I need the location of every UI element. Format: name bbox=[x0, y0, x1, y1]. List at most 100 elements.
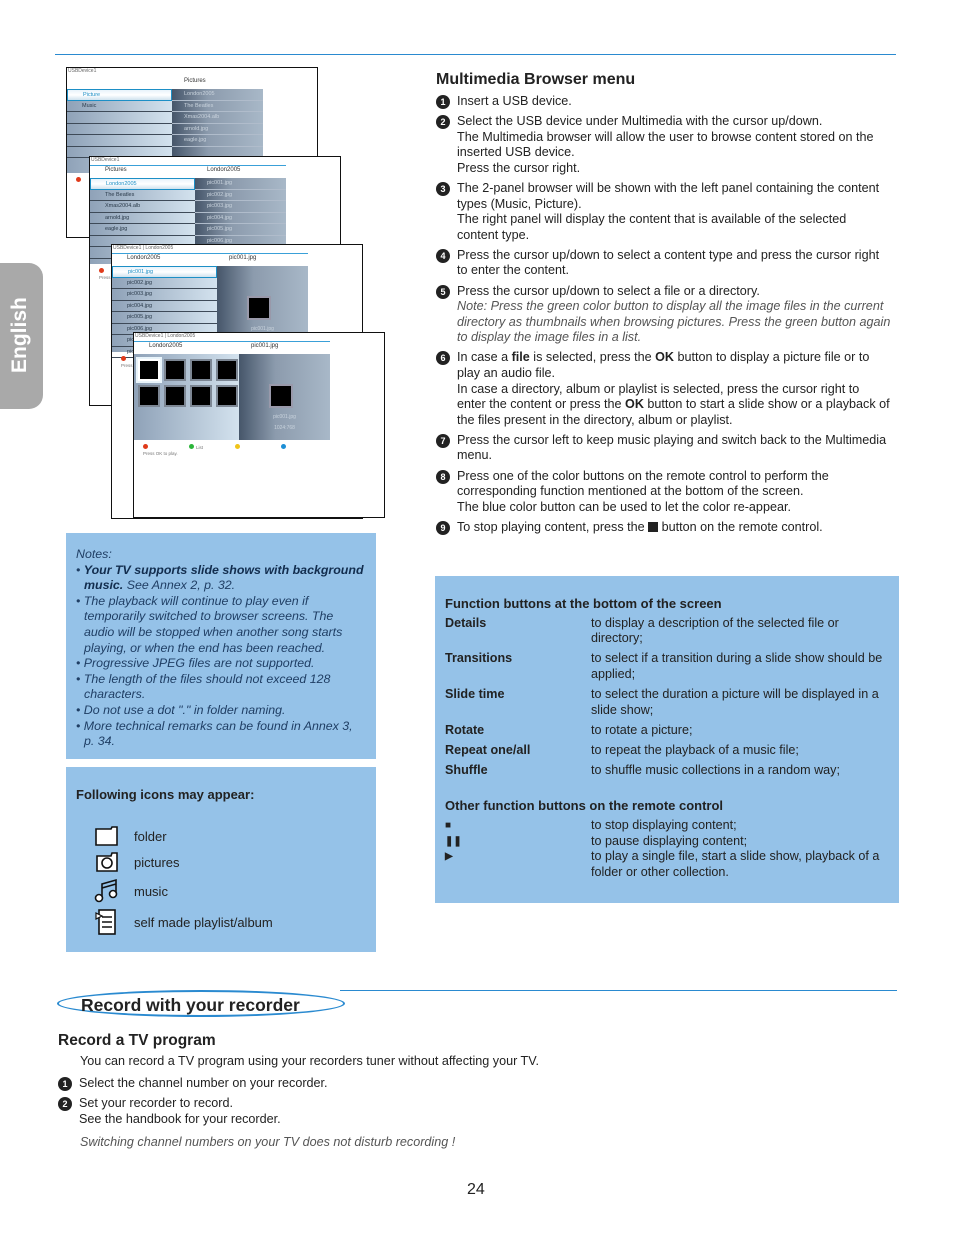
red-button-icon[interactable] bbox=[143, 444, 148, 449]
functions-title: Function buttons at the bottom of the sc… bbox=[445, 596, 722, 611]
other-functions-title: Other function buttons on the remote con… bbox=[445, 798, 724, 814]
record-section: Record a TV program You can record a TV … bbox=[58, 1033, 658, 1151]
thumbnail[interactable] bbox=[190, 359, 212, 381]
thumbnail[interactable] bbox=[136, 357, 162, 383]
green-button-icon[interactable] bbox=[189, 444, 194, 449]
camera-icon bbox=[96, 852, 118, 872]
list-item[interactable]: London2005 bbox=[172, 89, 263, 101]
step-number-icon: 9 bbox=[436, 520, 450, 535]
step-note: Note: Press the green color button to di… bbox=[457, 299, 891, 345]
function-desc: to stop displaying content; bbox=[591, 818, 737, 833]
thumbnail[interactable] bbox=[216, 385, 238, 407]
left-panel-header: London2005 bbox=[127, 255, 161, 261]
pause-icon: ❚❚ bbox=[445, 835, 462, 847]
list-item[interactable]: The Beatles bbox=[172, 101, 263, 112]
step-line: Press the cursor up/down to select a con… bbox=[457, 247, 880, 278]
browser-title: Multimedia Browser menu bbox=[436, 71, 636, 88]
list-item[interactable]: Xmas2004.alb bbox=[172, 112, 263, 124]
section-rule bbox=[340, 990, 897, 991]
step-line: Press the cursor up/down to select a fil… bbox=[457, 283, 760, 298]
left-panel bbox=[134, 354, 239, 440]
step-text: OK bbox=[625, 397, 644, 412]
thumbnail[interactable] bbox=[138, 385, 160, 407]
list-item[interactable]: Picture bbox=[67, 89, 172, 101]
step-number-icon: 2 bbox=[436, 115, 450, 130]
list-item[interactable]: eagle.jpg bbox=[90, 224, 195, 236]
function-desc: to pause displaying content; bbox=[591, 833, 748, 848]
list-item[interactable]: pic003.jpg bbox=[195, 201, 286, 213]
function-key: Transitions bbox=[445, 651, 513, 666]
note-item: • The length of the files should not exc… bbox=[76, 671, 331, 702]
list-item[interactable]: pic001.jpg bbox=[195, 178, 286, 190]
step-line: Insert a USB device. bbox=[457, 94, 572, 108]
note-item: • Do not use a dot "." in folder naming. bbox=[76, 702, 286, 717]
note-text: The playback will continue to play even … bbox=[83, 593, 343, 655]
list-item[interactable]: pic002.jpg bbox=[112, 278, 217, 289]
step-line: Set your recorder to record. bbox=[79, 1096, 233, 1111]
music-note-icon bbox=[94, 878, 118, 903]
list-item[interactable]: pic001.jpg bbox=[112, 266, 217, 278]
step-line: Press the cursor left to keep music play… bbox=[457, 432, 887, 463]
function-row: Repeat one/all to repeat the playback of … bbox=[445, 743, 889, 759]
list-item[interactable]: pic005.jpg bbox=[112, 312, 217, 324]
red-button-icon[interactable] bbox=[76, 177, 81, 182]
list-item[interactable]: arnold.jpg bbox=[90, 213, 195, 224]
step-line: In case a file is selected, press the OK… bbox=[457, 350, 891, 381]
breadcrumb: USBDevice1 | London2005 bbox=[135, 333, 196, 339]
list-item[interactable]: Xmas2004.alb bbox=[90, 201, 195, 213]
step-line: The 2-panel browser will be shown with t… bbox=[457, 180, 880, 211]
preview-size: 1024:768 bbox=[274, 425, 295, 431]
step-number-icon: 3 bbox=[436, 181, 450, 196]
play-icon: ▶ bbox=[445, 851, 453, 863]
step-text: To stop playing content, press the bbox=[457, 519, 649, 534]
step-line: The blue color button can be used to let… bbox=[457, 499, 791, 514]
list-item[interactable]: pic002.jpg bbox=[195, 190, 286, 201]
header-rule bbox=[112, 253, 308, 254]
section-title: Record with your recorder bbox=[57, 990, 345, 1017]
yellow-button-icon[interactable] bbox=[235, 444, 240, 449]
list-item[interactable] bbox=[67, 124, 172, 135]
left-panel-header: London2005 bbox=[149, 343, 183, 349]
list-item[interactable] bbox=[67, 112, 172, 124]
note-text: Do not use a dot "." in folder naming. bbox=[83, 702, 286, 717]
note-item: • Your TV supports slide shows with back… bbox=[76, 562, 364, 593]
preview-name: pic001.jpg bbox=[273, 414, 296, 420]
record-note: Switching channel numbers on your TV doe… bbox=[80, 1135, 456, 1150]
list-item[interactable]: pic004.jpg bbox=[112, 301, 217, 312]
header-rule bbox=[90, 165, 286, 166]
function-desc: to select if a transition during a slide… bbox=[591, 651, 883, 681]
list-item[interactable]: arnold.jpg bbox=[172, 124, 263, 135]
screen-footer: List Press OK to play. bbox=[143, 444, 333, 456]
preview-image bbox=[247, 296, 271, 320]
right-panel-header: Pictures bbox=[184, 78, 206, 84]
top-rule bbox=[55, 54, 896, 55]
list-item[interactable]: Music bbox=[67, 101, 172, 112]
icons-box: Following icons may appear: folder pictu… bbox=[66, 767, 376, 952]
note-text: More technical remarks can be found in A… bbox=[83, 718, 353, 749]
list-item[interactable] bbox=[67, 135, 172, 147]
icon-row-playlist: self made playlist/album bbox=[94, 909, 273, 935]
thumbnail[interactable] bbox=[164, 359, 186, 381]
step-number-icon: 8 bbox=[436, 469, 450, 484]
function-key: Details bbox=[445, 615, 487, 630]
note-text: See Annex 2, p. 32. bbox=[123, 578, 236, 593]
list-item[interactable]: London2005 bbox=[90, 178, 195, 190]
thumbnail[interactable] bbox=[164, 385, 186, 407]
blue-button-icon[interactable] bbox=[281, 444, 286, 449]
step-line: In case a directory, album or playlist i… bbox=[457, 382, 891, 429]
red-button-icon[interactable] bbox=[99, 268, 104, 273]
function-row: Transitions to select if a transition dur… bbox=[445, 651, 889, 682]
list-item[interactable]: pic004.jpg bbox=[195, 213, 286, 224]
list-item[interactable]: eagle.jpg bbox=[172, 135, 263, 147]
thumbnail[interactable] bbox=[190, 385, 212, 407]
list-item[interactable]: pic003.jpg bbox=[112, 289, 217, 301]
function-key: Slide time bbox=[445, 686, 505, 701]
thumbnail[interactable] bbox=[216, 359, 238, 381]
list-item[interactable]: pic005.jpg bbox=[195, 224, 286, 236]
step-text: OK bbox=[655, 350, 675, 365]
red-button-icon[interactable] bbox=[121, 356, 126, 361]
list-item[interactable]: The Beatles bbox=[90, 190, 195, 201]
preview-image bbox=[269, 384, 293, 408]
function-key: Repeat one/all bbox=[445, 742, 531, 757]
function-key: Shuffle bbox=[445, 762, 488, 777]
